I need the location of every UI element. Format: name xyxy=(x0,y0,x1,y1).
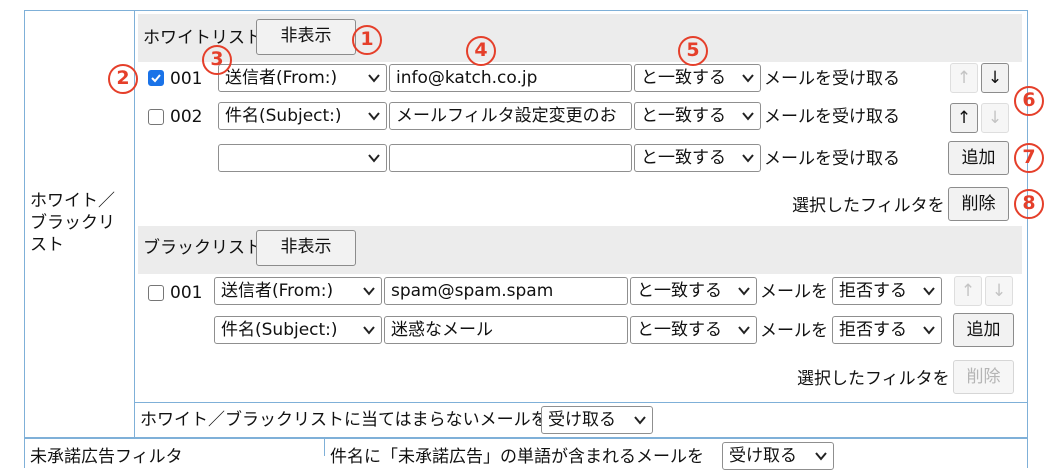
fallback-action: 受け取る xyxy=(548,410,616,430)
whitelist-row-1-value-input[interactable]: info@katch.co.jp xyxy=(389,64,632,92)
blacklist-row-1-action: 拒否する xyxy=(839,281,907,301)
blacklist-new-field: 件名(Subject:) xyxy=(221,320,338,340)
whitelist-row-1-match-select[interactable]: と一致する xyxy=(634,64,761,92)
blacklist-row-1-match-select[interactable]: と一致する xyxy=(630,277,757,305)
chevron-down-icon xyxy=(738,326,750,335)
next-row-action-select[interactable]: 受け取る xyxy=(722,442,834,470)
whitelist-row-1-field-select[interactable]: 送信者(From:) xyxy=(218,64,387,92)
whitelist-row-2-match: と一致する xyxy=(641,106,726,126)
whitelist-row-1-field: 送信者(From:) xyxy=(225,68,338,88)
callout-1: 1 xyxy=(352,25,382,55)
blacklist-row-1-down-button[interactable]: ↓ xyxy=(985,276,1013,306)
callout-8: 8 xyxy=(1014,189,1044,219)
whitelist-hide-button[interactable]: 非表示 xyxy=(256,19,356,55)
chevron-down-icon xyxy=(368,74,380,83)
next-row-action: 受け取る xyxy=(729,446,797,466)
blacklist-delete-button[interactable]: 削除 xyxy=(953,360,1014,394)
blacklist-add-button[interactable]: 追加 xyxy=(953,313,1014,347)
whitelist-selected-text: 選択したフィルタを xyxy=(792,196,945,216)
chevron-down-icon xyxy=(634,416,646,425)
next-row-divider xyxy=(324,438,325,456)
blacklist-new-action-prefix: メールを xyxy=(760,321,828,341)
fallback-divider xyxy=(134,402,1028,403)
blacklist-row-1-action-prefix: メールを xyxy=(760,282,828,302)
next-row-text: 件名に「未承諾広告」の単語が含まれるメールを xyxy=(330,447,704,467)
blacklist-selected-text: 選択したフィルタを xyxy=(797,369,950,389)
chevron-down-icon xyxy=(363,326,375,335)
chevron-down-icon xyxy=(363,287,375,296)
whitelist-new-match: と一致する xyxy=(641,148,726,168)
next-row-label: 未承諾広告フィルタ xyxy=(30,447,183,467)
whitelist-row-2-up-button[interactable]: ↑ xyxy=(950,103,978,133)
whitelist-new-match-select[interactable]: と一致する xyxy=(634,144,761,172)
blacklist-new-action-select[interactable]: 拒否する xyxy=(832,316,942,344)
chevron-down-icon xyxy=(738,287,750,296)
blacklist-new-match-select[interactable]: と一致する xyxy=(630,316,757,344)
blacklist-row-1-field-select[interactable]: 送信者(From:) xyxy=(214,277,382,305)
chevron-down-icon xyxy=(368,154,380,163)
whitelist-row-1-match: と一致する xyxy=(641,68,726,88)
blacklist-row-1-up-button[interactable]: ↑ xyxy=(954,276,982,306)
callout-3: 3 xyxy=(202,45,232,75)
chevron-down-icon xyxy=(368,112,380,121)
whitelist-row-2-down-button[interactable]: ↓ xyxy=(981,103,1009,133)
whitelist-row-1-action-text: メールを受け取る xyxy=(764,69,900,89)
whitelist-row-2-field: 件名(Subject:) xyxy=(225,106,342,126)
blacklist-row-1-value-input[interactable]: spam@spam.spam xyxy=(384,277,628,305)
whitelist-row-2-action-text: メールを受け取る xyxy=(764,107,900,127)
whitelist-row-1-down-button[interactable]: ↓ xyxy=(981,63,1009,93)
whitelist-new-action-text: メールを受け取る xyxy=(764,149,900,169)
blacklist-hide-button[interactable]: 非表示 xyxy=(256,230,356,266)
whitelist-row-1-up-button[interactable]: ↑ xyxy=(950,63,978,93)
chevron-down-icon xyxy=(923,287,935,296)
blacklist-new-field-select[interactable]: 件名(Subject:) xyxy=(214,316,382,344)
whitelist-new-field-select[interactable] xyxy=(218,144,387,172)
chevron-down-icon xyxy=(815,452,827,461)
blacklist-row-1-checkbox[interactable] xyxy=(148,285,164,301)
whitelist-add-button[interactable]: 追加 xyxy=(948,141,1009,175)
fallback-text: ホワイト／ブラックリストに当てはまらないメールを xyxy=(140,410,548,430)
whitelist-row-2-checkbox[interactable] xyxy=(148,109,164,125)
whitelist-row-2-number: 002 xyxy=(170,107,203,127)
whitelist-row-2-match-select[interactable]: と一致する xyxy=(634,102,761,130)
blacklist-row-1-match: と一致する xyxy=(637,281,722,301)
whitelist-row-1-number: 001 xyxy=(170,69,203,89)
chevron-down-icon xyxy=(742,154,754,163)
row-label: ホワイト／ブラックリスト xyxy=(30,191,115,255)
blacklist-new-value-input[interactable]: 迷惑なメール xyxy=(384,316,628,344)
callout-5: 5 xyxy=(678,36,708,66)
blacklist-row-1-action-select[interactable]: 拒否する xyxy=(832,277,942,305)
whitelist-row-1-checkbox[interactable] xyxy=(148,70,164,86)
whitelist-row-2-value-input[interactable]: メールフィルタ設定変更のお xyxy=(389,102,632,130)
fallback-action-select[interactable]: 受け取る xyxy=(541,406,653,434)
blacklist-row-1-field: 送信者(From:) xyxy=(221,281,334,301)
whitelist-title: ホワイトリスト xyxy=(143,28,262,48)
chevron-down-icon xyxy=(742,112,754,121)
blacklist-new-match: と一致する xyxy=(637,320,722,340)
chevron-down-icon xyxy=(923,326,935,335)
chevron-down-icon xyxy=(742,74,754,83)
whitelist-row-2-field-select[interactable]: 件名(Subject:) xyxy=(218,102,387,130)
callout-7: 7 xyxy=(1014,143,1044,173)
callout-6: 6 xyxy=(1014,86,1044,116)
whitelist-new-value-input[interactable] xyxy=(389,144,632,172)
blacklist-row-1-number: 001 xyxy=(170,283,203,303)
callout-4: 4 xyxy=(466,36,496,66)
whitelist-delete-button[interactable]: 削除 xyxy=(948,187,1009,221)
callout-2: 2 xyxy=(108,64,138,94)
blacklist-new-action: 拒否する xyxy=(839,320,907,340)
blacklist-title: ブラックリスト xyxy=(143,238,262,258)
